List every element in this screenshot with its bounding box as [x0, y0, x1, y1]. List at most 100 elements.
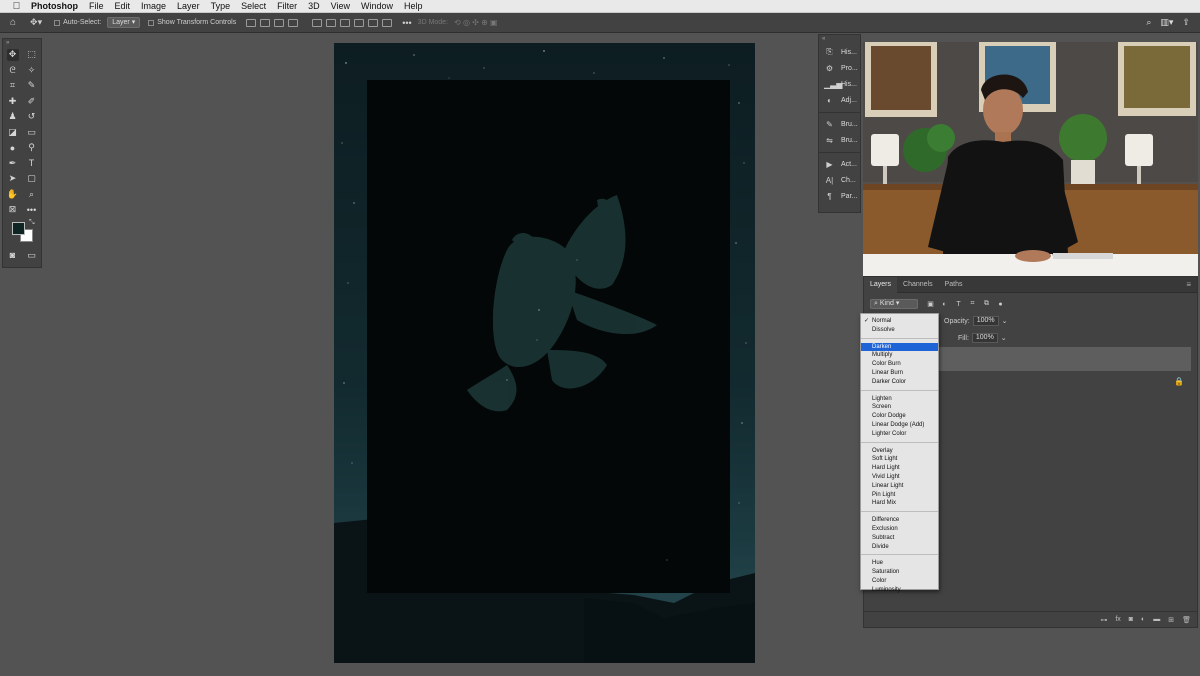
blend-mode-item-darken[interactable]: Darken: [861, 342, 938, 352]
smart-object-filter-icon[interactable]: ⧉: [982, 300, 991, 308]
blend-mode-item-pin-light[interactable]: Pin Light: [861, 491, 938, 500]
blend-mode-item-lighter-color[interactable]: Lighter Color: [861, 430, 938, 439]
delete-layer-icon[interactable]: 🗑: [1182, 616, 1191, 624]
panel-grip-icon[interactable]: »: [3, 39, 41, 47]
menu-select[interactable]: Select: [241, 1, 266, 11]
adjustment-filter-icon[interactable]: ◐: [940, 300, 949, 308]
blend-mode-item-vivid-light[interactable]: Vivid Light: [861, 473, 938, 482]
swap-colors-icon[interactable]: ⤡: [29, 219, 35, 227]
type-filter-icon[interactable]: T: [954, 300, 963, 308]
panel-histogram[interactable]: ▁▃▅ His...: [819, 76, 860, 92]
magic-wand-icon[interactable]: ✧: [26, 64, 38, 76]
blend-mode-item-hue[interactable]: Hue: [861, 559, 938, 568]
gradient-tool-icon[interactable]: ▭: [26, 126, 38, 138]
opacity-input[interactable]: 100%: [972, 316, 999, 326]
menu-filter[interactable]: Filter: [277, 1, 297, 11]
type-tool-icon[interactable]: T: [26, 157, 38, 169]
panel-character[interactable]: A| Ch...: [819, 172, 860, 188]
menu-image[interactable]: Image: [141, 1, 166, 11]
distribute-right-icon[interactable]: [382, 18, 393, 27]
tab-layers[interactable]: Layers: [864, 276, 898, 293]
distribute-left-icon[interactable]: [354, 18, 365, 27]
new-layer-icon[interactable]: ⊞: [1168, 616, 1174, 624]
eraser-icon[interactable]: ◪: [7, 126, 19, 138]
eyedropper-icon[interactable]: ✎: [26, 80, 38, 92]
panel-brush-settings[interactable]: ⇋ Bru...: [819, 132, 860, 148]
align-top-icon[interactable]: [288, 18, 299, 27]
blend-mode-item-multiply[interactable]: Multiply: [861, 351, 938, 360]
blend-mode-item-exclusion[interactable]: Exclusion: [861, 525, 938, 534]
menu-photoshop[interactable]: Photoshop: [31, 1, 78, 11]
panel-paragraph[interactable]: ¶ Par...: [819, 188, 860, 204]
dodge-tool-icon[interactable]: ⚲: [26, 142, 38, 154]
pen-tool-icon[interactable]: ✒: [7, 157, 19, 169]
hand-tool-icon[interactable]: ✋: [7, 188, 19, 200]
blend-mode-item-color-dodge[interactable]: Color Dodge: [861, 412, 938, 421]
menu-file[interactable]: File: [89, 1, 104, 11]
frame-tool-icon[interactable]: ⊠: [7, 204, 19, 216]
new-group-icon[interactable]: ▬: [1153, 616, 1160, 623]
align-right-icon[interactable]: [274, 18, 285, 27]
distribute-middle-icon[interactable]: [326, 18, 337, 27]
auto-select-dropdown[interactable]: Layer ▾: [107, 17, 141, 28]
panel-menu-icon[interactable]: ≡: [1186, 280, 1191, 289]
blend-mode-item-normal[interactable]: Normal: [861, 317, 938, 326]
move-tool-preset-icon[interactable]: ✥▾: [30, 17, 42, 28]
history-brush-icon[interactable]: ↺: [26, 111, 38, 123]
blend-mode-item-darker-color[interactable]: Darker Color: [861, 378, 938, 387]
blend-mode-item-overlay[interactable]: Overlay: [861, 447, 938, 456]
stamp-tool-icon[interactable]: ♟: [7, 111, 19, 123]
search-icon[interactable]: ⌕: [1146, 17, 1151, 28]
crop-tool-icon[interactable]: ⌗: [7, 80, 19, 92]
move-tool-icon[interactable]: ✥: [6, 48, 19, 61]
blend-mode-item-difference[interactable]: Difference: [861, 516, 938, 525]
blend-mode-item-soft-light[interactable]: Soft Light: [861, 455, 938, 464]
kind-filter-dropdown[interactable]: ⌕ Kind ▾: [870, 299, 918, 309]
blend-mode-item-lighten[interactable]: Lighten: [861, 395, 938, 404]
healing-brush-icon[interactable]: ✚: [7, 95, 19, 107]
quick-mask-icon[interactable]: ◙: [7, 249, 19, 261]
tab-paths[interactable]: Paths: [939, 277, 969, 293]
lasso-tool-icon[interactable]: ᘓ: [7, 64, 19, 76]
align-left-icon[interactable]: [246, 18, 257, 27]
panel-properties[interactable]: ⚙ Pro...: [819, 60, 860, 76]
dock-grip-icon[interactable]: «: [819, 35, 860, 44]
blend-mode-item-color[interactable]: Color: [861, 577, 938, 586]
blend-mode-item-luminosity[interactable]: Luminosity: [861, 586, 938, 595]
link-layers-icon[interactable]: ⊶: [1100, 616, 1107, 624]
panel-adjustments[interactable]: ◐ Adj...: [819, 92, 860, 108]
zoom-tool-icon[interactable]: ⌕: [26, 188, 38, 200]
selected-layer-row[interactable]: [939, 347, 1191, 371]
new-adjustment-icon[interactable]: ◐: [1141, 616, 1145, 623]
tab-channels[interactable]: Channels: [897, 277, 939, 293]
blend-mode-item-subtract[interactable]: Subtract: [861, 534, 938, 543]
blend-mode-item-screen[interactable]: Screen: [861, 403, 938, 412]
menu-help[interactable]: Help: [404, 1, 423, 11]
distribute-bottom-icon[interactable]: [340, 18, 351, 27]
menu-edit[interactable]: Edit: [115, 1, 131, 11]
apple-icon[interactable]: : [11, 1, 22, 12]
path-selection-icon[interactable]: ➤: [7, 173, 19, 185]
menu-view[interactable]: View: [331, 1, 350, 11]
menu-layer[interactable]: Layer: [177, 1, 200, 11]
screen-mode-icon[interactable]: ▭: [26, 249, 38, 261]
blur-tool-icon[interactable]: ●: [7, 142, 19, 154]
menu-type[interactable]: Type: [211, 1, 231, 11]
add-mask-icon[interactable]: ◙: [1129, 616, 1133, 623]
marquee-tool-icon[interactable]: ⬚: [26, 49, 38, 61]
blend-mode-item-linear-dodge-add[interactable]: Linear Dodge (Add): [861, 421, 938, 430]
home-icon[interactable]: ⌂: [10, 17, 16, 28]
blend-mode-item-hard-mix[interactable]: Hard Mix: [861, 499, 938, 508]
fill-input[interactable]: 100%: [971, 333, 998, 343]
filter-toggle-icon[interactable]: ●: [996, 300, 1005, 308]
blend-mode-item-linear-burn[interactable]: Linear Burn: [861, 369, 938, 378]
show-transform-checkbox[interactable]: [148, 19, 155, 26]
distribute-top-icon[interactable]: [312, 18, 323, 27]
edit-toolbar-icon[interactable]: •••: [26, 204, 38, 216]
share-icon[interactable]: ⇪: [1182, 17, 1190, 28]
blend-mode-item-linear-light[interactable]: Linear Light: [861, 482, 938, 491]
align-center-icon[interactable]: [260, 18, 271, 27]
panel-actions[interactable]: ▶ Act...: [819, 156, 860, 172]
blend-mode-item-saturation[interactable]: Saturation: [861, 568, 938, 577]
pixel-filter-icon[interactable]: ▣: [926, 300, 935, 308]
